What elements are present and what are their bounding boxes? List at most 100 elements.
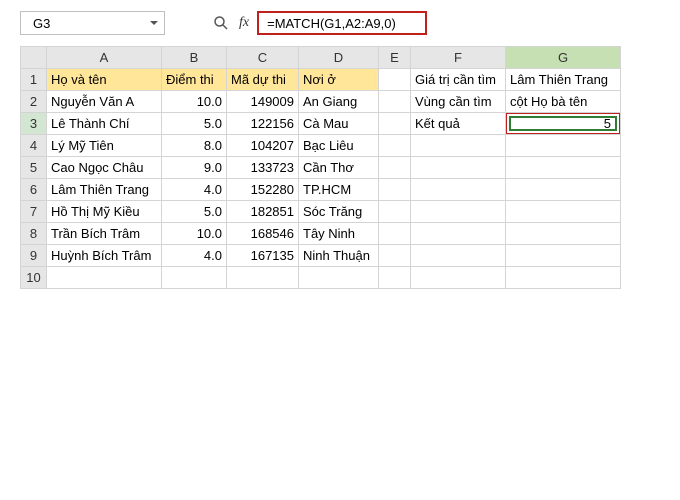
cell-A6[interactable]: Lâm Thiên Trang xyxy=(47,179,162,201)
cell-C10[interactable] xyxy=(227,267,299,289)
cell-A3[interactable]: Lê Thành Chí xyxy=(47,113,162,135)
row-header-8[interactable]: 8 xyxy=(21,223,47,245)
cell-G1[interactable]: Lâm Thiên Trang xyxy=(506,69,621,91)
cell-D5[interactable]: Cần Thơ xyxy=(299,157,379,179)
row-header-10[interactable]: 10 xyxy=(21,267,47,289)
cell-B1[interactable]: Điểm thi xyxy=(162,69,227,91)
row-header-4[interactable]: 4 xyxy=(21,135,47,157)
cell-C7[interactable]: 182851 xyxy=(227,201,299,223)
cell-C2[interactable]: 149009 xyxy=(227,91,299,113)
cell-D9[interactable]: Ninh Thuận xyxy=(299,245,379,267)
cell-G2[interactable]: cột Họ bà tên xyxy=(506,91,621,113)
cell-F7[interactable] xyxy=(411,201,506,223)
cell-F10[interactable] xyxy=(411,267,506,289)
cell-B9[interactable]: 4.0 xyxy=(162,245,227,267)
formula-bar-icons: fx xyxy=(213,15,249,31)
cell-F9[interactable] xyxy=(411,245,506,267)
cell-F4[interactable] xyxy=(411,135,506,157)
cell-E7[interactable] xyxy=(379,201,411,223)
col-header-F[interactable]: F xyxy=(411,47,506,69)
cell-D7[interactable]: Sóc Trăng xyxy=(299,201,379,223)
cell-F2[interactable]: Vùng cần tìm xyxy=(411,91,506,113)
cell-C4[interactable]: 104207 xyxy=(227,135,299,157)
row-header-3[interactable]: 3 xyxy=(21,113,47,135)
cell-F8[interactable] xyxy=(411,223,506,245)
cell-E4[interactable] xyxy=(379,135,411,157)
formula-text: =MATCH(G1,A2:A9,0) xyxy=(267,16,396,31)
name-box[interactable]: G3 xyxy=(20,11,165,35)
cell-D1[interactable]: Nơi ở xyxy=(299,69,379,91)
cell-F3[interactable]: Kết quả xyxy=(411,113,506,135)
select-all-corner[interactable] xyxy=(21,47,47,69)
cell-A7[interactable]: Hồ Thị Mỹ Kiều xyxy=(47,201,162,223)
col-header-A[interactable]: A xyxy=(47,47,162,69)
cell-G6[interactable] xyxy=(506,179,621,201)
cell-A2[interactable]: Nguyễn Văn A xyxy=(47,91,162,113)
cell-G7[interactable] xyxy=(506,201,621,223)
cell-G3[interactable]: 5 xyxy=(506,113,621,135)
cell-C8[interactable]: 168546 xyxy=(227,223,299,245)
cell-B10[interactable] xyxy=(162,267,227,289)
chevron-down-icon[interactable] xyxy=(150,21,158,25)
row-header-1[interactable]: 1 xyxy=(21,69,47,91)
cell-A1[interactable]: Họ và tên xyxy=(47,69,162,91)
cell-E2[interactable] xyxy=(379,91,411,113)
cell-B2[interactable]: 10.0 xyxy=(162,91,227,113)
cell-B5[interactable]: 9.0 xyxy=(162,157,227,179)
cell-F1[interactable]: Giá trị cần tìm xyxy=(411,69,506,91)
cell-C6[interactable]: 152280 xyxy=(227,179,299,201)
cell-F5[interactable] xyxy=(411,157,506,179)
row-header-9[interactable]: 9 xyxy=(21,245,47,267)
cell-D6[interactable]: TP.HCM xyxy=(299,179,379,201)
cell-C3[interactable]: 122156 xyxy=(227,113,299,135)
cell-G8[interactable] xyxy=(506,223,621,245)
cell-G9[interactable] xyxy=(506,245,621,267)
row-header-2[interactable]: 2 xyxy=(21,91,47,113)
cell-G4[interactable] xyxy=(506,135,621,157)
col-header-D[interactable]: D xyxy=(299,47,379,69)
col-header-G[interactable]: G xyxy=(506,47,621,69)
cell-E9[interactable] xyxy=(379,245,411,267)
cell-C5[interactable]: 133723 xyxy=(227,157,299,179)
row-header-6[interactable]: 6 xyxy=(21,179,47,201)
cell-G10[interactable] xyxy=(506,267,621,289)
col-header-C[interactable]: C xyxy=(227,47,299,69)
cell-E6[interactable] xyxy=(379,179,411,201)
name-box-value: G3 xyxy=(33,16,50,31)
cell-E8[interactable] xyxy=(379,223,411,245)
row-header-5[interactable]: 5 xyxy=(21,157,47,179)
magnifier-icon[interactable] xyxy=(213,15,229,31)
cell-F6[interactable] xyxy=(411,179,506,201)
cell-E3[interactable] xyxy=(379,113,411,135)
fx-icon[interactable]: fx xyxy=(239,15,249,31)
cell-B6[interactable]: 4.0 xyxy=(162,179,227,201)
selection-border: 5 xyxy=(509,116,617,131)
cell-D10[interactable] xyxy=(299,267,379,289)
cell-D2[interactable]: An Giang xyxy=(299,91,379,113)
cell-D4[interactable]: Bạc Liêu xyxy=(299,135,379,157)
cell-D3[interactable]: Cà Mau xyxy=(299,113,379,135)
highlight-box: 5 xyxy=(506,113,621,135)
cell-C1[interactable]: Mã dự thi xyxy=(227,69,299,91)
cell-A4[interactable]: Lý Mỹ Tiên xyxy=(47,135,162,157)
spreadsheet-grid[interactable]: A B C D E F G 1 Họ và tên Điểm thi Mã dự… xyxy=(20,46,621,289)
cell-B7[interactable]: 5.0 xyxy=(162,201,227,223)
cell-A10[interactable] xyxy=(47,267,162,289)
cell-E5[interactable] xyxy=(379,157,411,179)
cell-B3[interactable]: 5.0 xyxy=(162,113,227,135)
col-header-B[interactable]: B xyxy=(162,47,227,69)
cell-D8[interactable]: Tây Ninh xyxy=(299,223,379,245)
formula-input[interactable]: =MATCH(G1,A2:A9,0) xyxy=(257,11,427,35)
cell-A8[interactable]: Trần Bích Trâm xyxy=(47,223,162,245)
cell-A9[interactable]: Huỳnh Bích Trâm xyxy=(47,245,162,267)
app-frame: G3 fx =MATCH(G1,A2:A9,0) A B C D E F G 1… xyxy=(0,0,680,299)
col-header-E[interactable]: E xyxy=(379,47,411,69)
cell-B8[interactable]: 10.0 xyxy=(162,223,227,245)
cell-E1[interactable] xyxy=(379,69,411,91)
cell-G5[interactable] xyxy=(506,157,621,179)
row-header-7[interactable]: 7 xyxy=(21,201,47,223)
cell-B4[interactable]: 8.0 xyxy=(162,135,227,157)
cell-E10[interactable] xyxy=(379,267,411,289)
cell-C9[interactable]: 167135 xyxy=(227,245,299,267)
cell-A5[interactable]: Cao Ngọc Châu xyxy=(47,157,162,179)
